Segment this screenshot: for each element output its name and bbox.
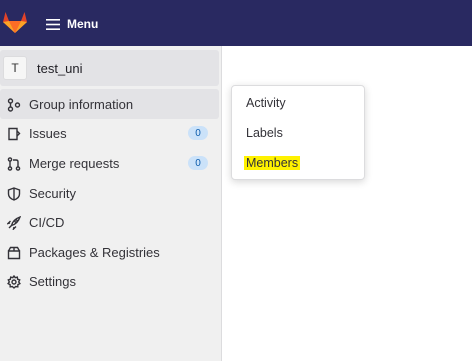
top-bar: Menu — [0, 0, 472, 46]
merge-requests-count-badge: 0 — [188, 156, 208, 170]
issues-count-badge: 0 — [188, 126, 208, 140]
sidebar-item-label: Group information — [29, 96, 134, 112]
group-name: test_uni — [37, 60, 83, 76]
flyout-item-members[interactable]: Members — [244, 156, 301, 170]
flyout-item-activity[interactable]: Activity — [246, 96, 286, 110]
group-information-flyout-menu: Activity Labels Members — [231, 85, 365, 180]
sidebar-item-merge-requests[interactable]: Merge requests 0 — [0, 148, 219, 178]
sidebar-item-group-information[interactable]: Group information — [0, 89, 219, 119]
menu-label: Menu — [67, 17, 99, 31]
group-context-header[interactable]: T test_uni — [0, 50, 219, 86]
sidebar-item-ci-cd[interactable]: CI/CD — [0, 207, 219, 237]
flyout-item-labels[interactable]: Labels — [246, 126, 283, 140]
package-icon — [6, 245, 22, 261]
gitlab-logo-icon[interactable] — [2, 10, 28, 34]
sidebar-item-label: Security — [29, 185, 76, 201]
sidebar: T test_uni Group information Issues 0 Me… — [0, 46, 222, 361]
rocket-icon — [6, 215, 22, 231]
sidebar-item-issues[interactable]: Issues 0 — [0, 118, 219, 148]
members-highlight: Members — [244, 156, 301, 170]
merge-request-icon — [6, 156, 22, 172]
shield-icon — [6, 186, 22, 202]
sidebar-item-label: CI/CD — [29, 214, 65, 230]
gear-icon — [6, 274, 22, 290]
hamburger-icon — [46, 18, 60, 30]
sidebar-item-security[interactable]: Security — [0, 178, 219, 208]
menu-button[interactable]: Menu — [40, 12, 104, 36]
issues-icon — [6, 126, 22, 142]
sidebar-item-label: Settings — [29, 273, 76, 289]
avatar: T — [3, 56, 27, 80]
sidebar-item-packages-registries[interactable]: Packages & Registries — [0, 237, 219, 267]
sidebar-item-label: Packages & Registries — [29, 244, 160, 260]
sidebar-item-label: Merge requests — [29, 155, 120, 171]
sidebar-item-label: Issues — [29, 125, 67, 141]
sidebar-item-settings[interactable]: Settings — [0, 266, 219, 296]
group-icon — [6, 97, 22, 113]
